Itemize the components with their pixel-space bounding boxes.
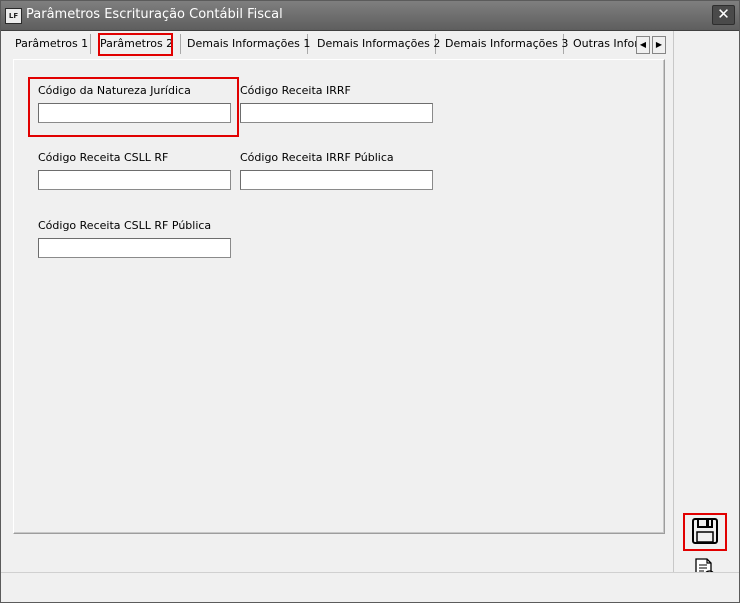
dialog-window: LF Parâmetros Escrituração Contábil Fisc… bbox=[0, 0, 740, 603]
natureza-juridica-input[interactable] bbox=[38, 103, 231, 123]
tab-strip: Parâmetros 1 Parâmetros 2 Demais Informa… bbox=[8, 32, 672, 56]
receita-irrf-input[interactable] bbox=[240, 103, 433, 123]
receita-csll-rf-label: Código Receita CSLL RF bbox=[38, 151, 169, 164]
save-icon bbox=[692, 518, 718, 544]
tab-scroll-right-icon[interactable]: ▶ bbox=[652, 36, 666, 54]
receita-csll-rf-publica-input[interactable] bbox=[38, 238, 231, 258]
tab-demais-informacoes-3[interactable]: Demais Informações 3 bbox=[438, 34, 568, 54]
action-sidebar bbox=[673, 31, 739, 572]
tab-scroll-left-icon[interactable]: ◀ bbox=[636, 36, 650, 54]
tab-demais-informacoes-2[interactable]: Demais Informações 2 bbox=[310, 34, 440, 54]
receita-csll-rf-publica-label: Código Receita CSLL RF Pública bbox=[38, 219, 212, 232]
title-bar[interactable]: LF Parâmetros Escrituração Contábil Fisc… bbox=[1, 1, 739, 31]
receita-csll-rf-input[interactable] bbox=[38, 170, 231, 190]
tab-panel bbox=[13, 59, 665, 534]
window-title: Parâmetros Escrituração Contábil Fiscal bbox=[26, 7, 283, 22]
receita-irrf-publica-label: Código Receita IRRF Pública bbox=[240, 151, 394, 164]
status-bar bbox=[1, 572, 739, 602]
receita-irrf-publica-input[interactable] bbox=[240, 170, 433, 190]
receita-irrf-label: Código Receita IRRF bbox=[240, 84, 351, 97]
app-icon: LF bbox=[5, 8, 22, 24]
save-button[interactable] bbox=[685, 515, 725, 549]
tab-outras-informacoes[interactable]: Outras Infor bbox=[566, 34, 640, 54]
tab-parametros-2[interactable]: Parâmetros 2 bbox=[93, 34, 181, 54]
tab-parametros-1[interactable]: Parâmetros 1 bbox=[8, 34, 91, 54]
close-button[interactable]: ✕ bbox=[712, 5, 735, 25]
natureza-juridica-label: Código da Natureza Jurídica bbox=[38, 84, 191, 97]
tab-demais-informacoes-1[interactable]: Demais Informações 1 bbox=[180, 34, 310, 54]
